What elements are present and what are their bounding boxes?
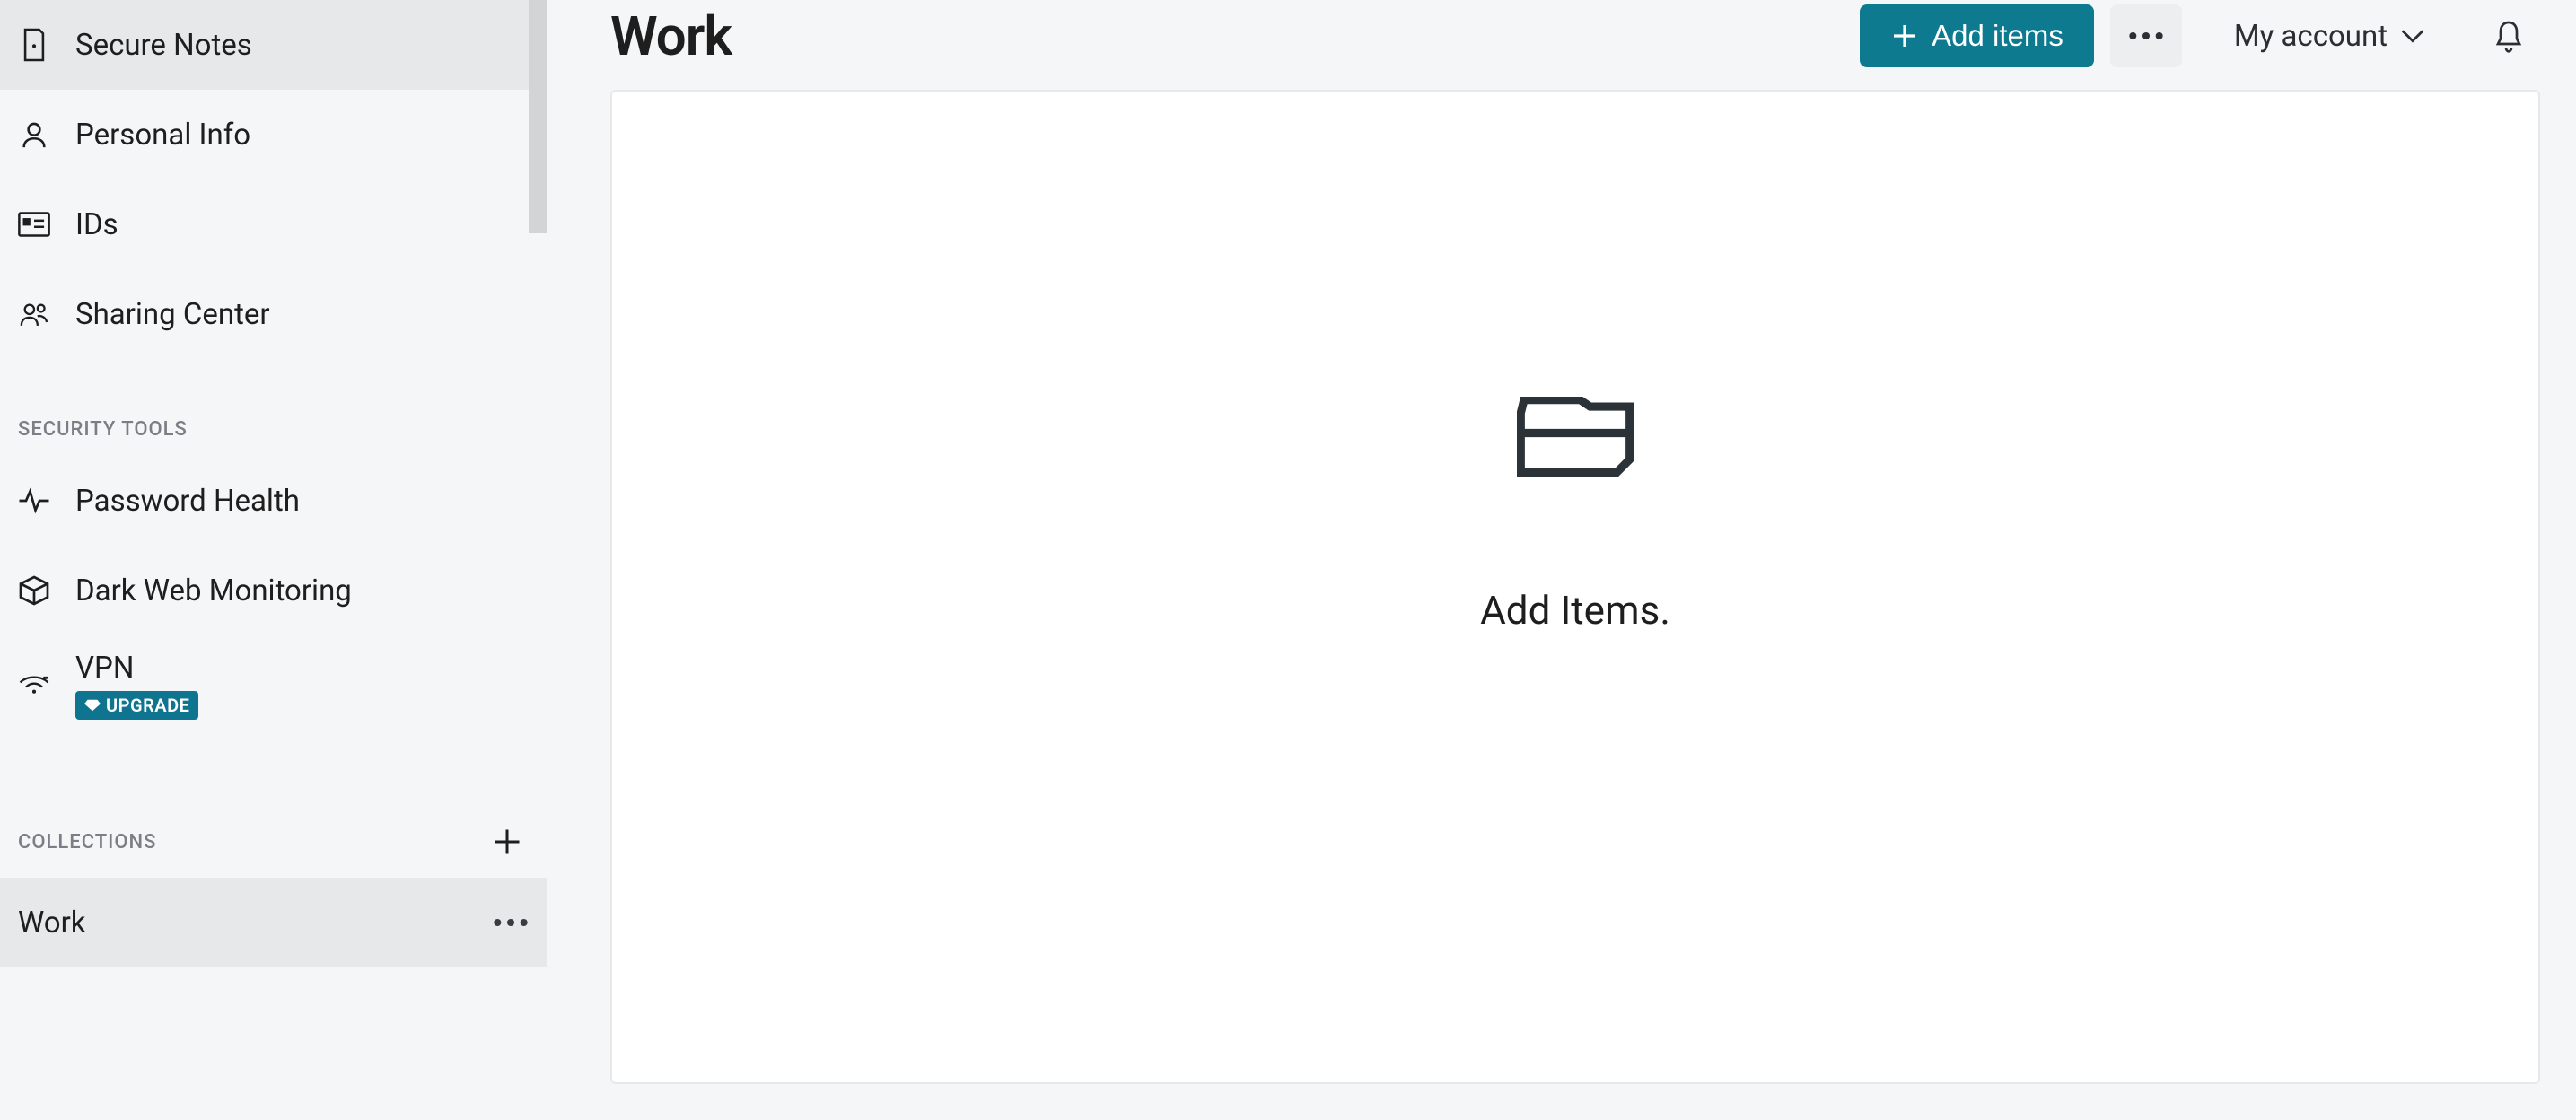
note-icon [18, 29, 50, 61]
upgrade-badge-label: UPGRADE [106, 695, 189, 716]
scrollbar-thumb[interactable] [529, 0, 547, 233]
add-items-label: Add items [1932, 19, 2063, 53]
sidebar-item-label: Secure Notes [75, 28, 252, 63]
upgrade-badge[interactable]: UPGRADE [75, 691, 198, 720]
section-label: COLLECTIONS [18, 831, 156, 853]
people-icon [18, 298, 50, 330]
sidebar-item-password-health[interactable]: Password Health [0, 456, 547, 546]
page-title: Work [610, 4, 732, 68]
account-label: My account [2234, 19, 2388, 54]
activity-icon [18, 485, 50, 517]
section-header-collections: COLLECTIONS [0, 815, 547, 869]
sidebar-item-label: VPN [75, 651, 198, 686]
sidebar-item-label: Sharing Center [75, 297, 270, 332]
topbar-actions: Add items My account [1860, 4, 2540, 67]
sidebar-item-label: Dark Web Monitoring [75, 573, 352, 608]
cube-icon [18, 574, 50, 607]
add-collection-button[interactable] [486, 820, 529, 863]
sidebar-item-dark-web-monitoring[interactable]: Dark Web Monitoring [0, 546, 547, 635]
sidebar-item-sharing-center[interactable]: Sharing Center [0, 269, 547, 359]
wifi-icon [18, 669, 50, 701]
diamond-icon [84, 698, 101, 713]
main-content: Work Add items My account [548, 0, 2576, 1120]
more-horizontal-icon [2128, 31, 2164, 41]
sidebar-item-label: Password Health [75, 484, 300, 519]
sidebar-item-ids[interactable]: IDs [0, 179, 547, 269]
topbar: Work Add items My account [610, 0, 2540, 72]
account-menu[interactable]: My account [2216, 4, 2443, 67]
plus-icon [491, 826, 523, 858]
collection-more-button[interactable] [493, 917, 529, 928]
sidebar: Secure Notes Personal Info IDs [0, 0, 548, 1120]
notifications-button[interactable] [2477, 4, 2540, 67]
content-panel: Add Items. [610, 90, 2540, 1084]
sidebar-item-label: IDs [75, 207, 118, 242]
sidebar-scrollbar[interactable] [529, 0, 547, 1120]
person-icon [18, 118, 50, 151]
section-header-security-tools: SECURITY TOOLS [0, 402, 547, 456]
plus-icon [1890, 22, 1919, 50]
sidebar-item-secure-notes[interactable]: Secure Notes [0, 0, 547, 90]
collection-item-work[interactable]: Work [0, 878, 547, 967]
sidebar-item-label: Personal Info [75, 118, 250, 153]
folder-empty-icon [1517, 397, 1634, 479]
section-label: SECURITY TOOLS [18, 418, 188, 441]
more-actions-button[interactable] [2110, 4, 2182, 67]
add-items-button[interactable]: Add items [1860, 4, 2094, 67]
collection-item-label: Work [18, 906, 86, 941]
id-card-icon [18, 208, 50, 241]
empty-state-message: Add Items. [1480, 587, 1670, 634]
sidebar-item-vpn[interactable]: VPN UPGRADE [0, 635, 547, 734]
sidebar-item-personal-info[interactable]: Personal Info [0, 90, 547, 179]
chevron-down-icon [2400, 28, 2425, 44]
bell-icon [2493, 18, 2525, 54]
more-horizontal-icon [493, 917, 529, 928]
